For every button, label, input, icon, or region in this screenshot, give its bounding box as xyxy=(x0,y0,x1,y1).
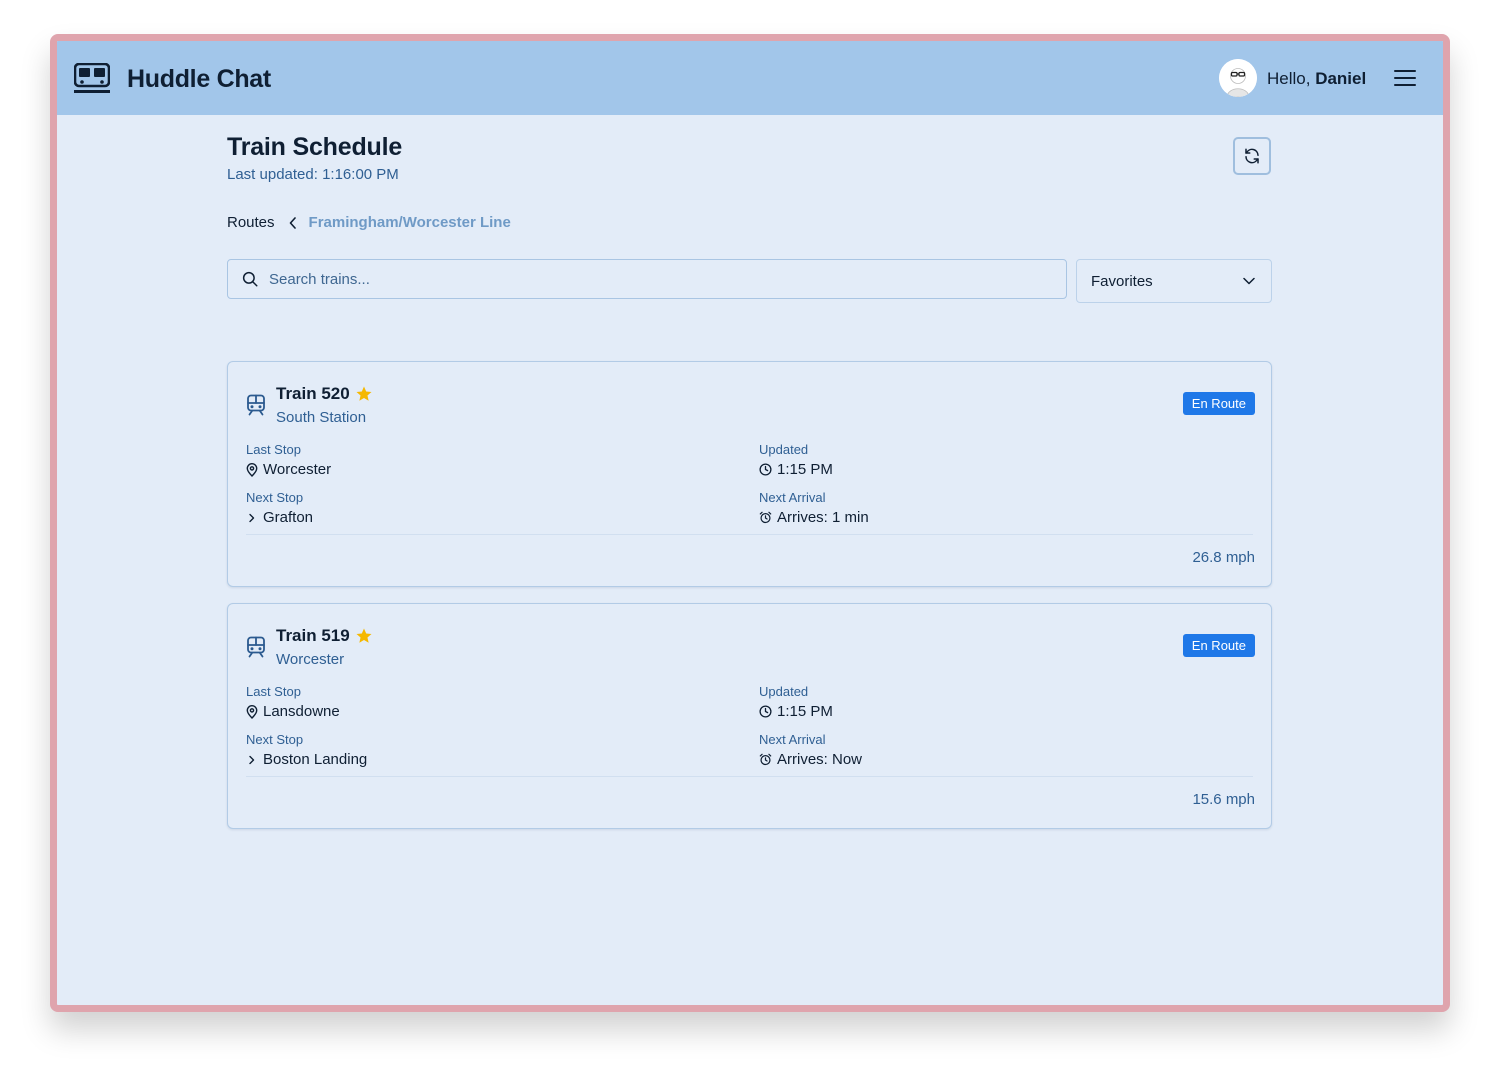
search-box[interactable] xyxy=(227,259,1067,299)
app-window: Huddle Chat Hello, Daniel Train Schedule… xyxy=(50,34,1450,1012)
updated-label: Updated xyxy=(759,442,809,457)
train-name: Train 520 xyxy=(276,384,373,404)
next-arrival-label: Next Arrival xyxy=(759,732,826,747)
top-header: Huddle Chat Hello, Daniel xyxy=(57,41,1443,115)
next-arrival-text: Arrives: Now xyxy=(777,751,863,768)
last-stop-label: Last Stop xyxy=(246,442,301,457)
filter-selected-value: Favorites xyxy=(1091,272,1153,290)
avatar-face-icon xyxy=(1219,59,1257,97)
next-stop-label: Next Stop xyxy=(246,490,304,505)
user-greeting: Hello, Daniel xyxy=(1267,69,1366,89)
clock-icon xyxy=(759,463,772,476)
next-arrival-value: Arrives: 1 min xyxy=(759,509,869,526)
breadcrumb-current-route: Framingham/Worcester Line xyxy=(308,214,511,231)
status-badge: En Route xyxy=(1182,634,1255,657)
hamburger-menu-icon[interactable] xyxy=(1394,68,1416,88)
card-divider xyxy=(246,534,1253,535)
next-arrival-text: Arrives: 1 min xyxy=(777,509,869,526)
last-stop-label: Last Stop xyxy=(246,684,301,699)
greeting-prefix: Hello, xyxy=(1267,69,1316,88)
updated-text: 1:15 PM xyxy=(777,461,833,478)
last-stop-value: Worcester xyxy=(246,461,331,478)
next-stop-label: Next Stop xyxy=(246,732,304,747)
search-icon xyxy=(242,271,258,287)
train-name: Train 519 xyxy=(276,626,373,646)
updated-label: Updated xyxy=(759,684,809,699)
search-input[interactable] xyxy=(269,270,1049,288)
train-icon xyxy=(247,636,265,658)
chevron-right-icon xyxy=(249,513,255,522)
favorite-star-icon[interactable] xyxy=(355,385,373,403)
next-stop-text: Grafton xyxy=(263,509,314,526)
train-name-text: Train 520 xyxy=(276,384,350,403)
chevron-down-icon xyxy=(1243,277,1255,285)
page-title: Train Schedule xyxy=(227,133,403,161)
updated-text: 1:15 PM xyxy=(777,703,833,720)
card-divider xyxy=(246,776,1253,777)
train-destination: Worcester xyxy=(276,651,345,668)
avatar[interactable] xyxy=(1219,59,1257,97)
status-badge: En Route xyxy=(1182,392,1255,415)
alarm-clock-icon xyxy=(759,511,772,524)
last-updated-text: Last updated: 1:16:00 PM xyxy=(227,166,399,183)
clock-icon xyxy=(759,705,772,718)
refresh-icon xyxy=(1245,148,1259,164)
last-stop-value: Lansdowne xyxy=(246,703,340,720)
train-card[interactable]: Train 519 Worcester En Route Last Stop L… xyxy=(227,603,1272,829)
map-pin-icon xyxy=(246,704,258,719)
train-speed: 15.6 mph xyxy=(1192,791,1255,808)
favorites-filter-select[interactable]: Favorites xyxy=(1076,259,1272,303)
last-stop-text: Lansdowne xyxy=(263,703,340,720)
updated-value: 1:15 PM xyxy=(759,703,833,720)
alarm-clock-icon xyxy=(759,753,772,766)
train-speed: 26.8 mph xyxy=(1192,549,1255,566)
chevron-right-icon xyxy=(249,755,255,764)
next-arrival-label: Next Arrival xyxy=(759,490,826,505)
train-name-text: Train 519 xyxy=(276,626,350,645)
breadcrumb: Routes Framingham/Worcester Line xyxy=(227,214,511,231)
next-arrival-value: Arrives: Now xyxy=(759,751,862,768)
updated-value: 1:15 PM xyxy=(759,461,833,478)
chevron-left-icon xyxy=(289,216,297,229)
app-title: Huddle Chat xyxy=(127,65,271,93)
map-pin-icon xyxy=(246,462,258,477)
refresh-button[interactable] xyxy=(1233,137,1271,175)
next-stop-value: Boston Landing xyxy=(246,751,367,768)
train-card[interactable]: Train 520 South Station En Route Last St… xyxy=(227,361,1272,587)
user-name: Daniel xyxy=(1315,69,1367,88)
last-stop-text: Worcester xyxy=(263,461,332,478)
breadcrumb-routes-link[interactable]: Routes xyxy=(227,214,275,231)
train-logo-icon xyxy=(74,63,110,93)
next-stop-text: Boston Landing xyxy=(263,751,368,768)
train-destination: South Station xyxy=(276,409,367,426)
next-stop-value: Grafton xyxy=(246,509,313,526)
favorite-star-icon[interactable] xyxy=(355,627,373,645)
train-icon xyxy=(247,394,265,416)
